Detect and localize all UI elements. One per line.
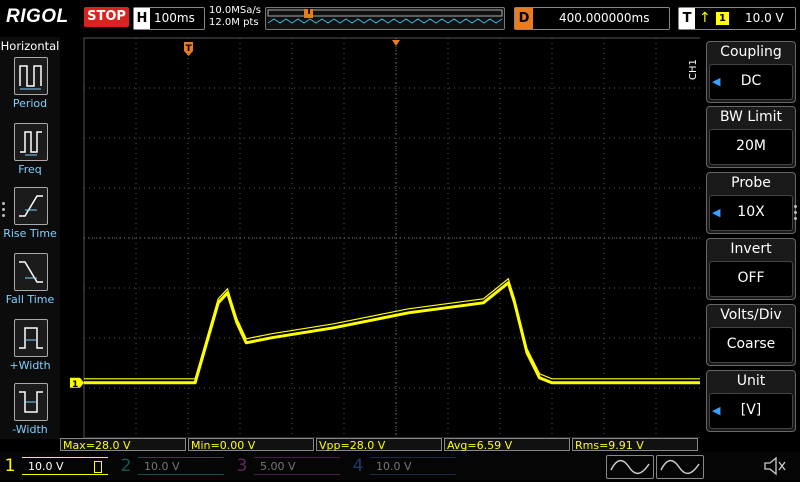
coupling-value-box: ◀ DC bbox=[709, 64, 793, 100]
channel-3-number: 3 bbox=[236, 456, 248, 476]
invert-value-box: OFF bbox=[709, 261, 793, 297]
trigger-indicator[interactable]: T ↑ 1 10.0 V bbox=[678, 7, 796, 30]
channel-4-number: 4 bbox=[352, 456, 364, 476]
sound-muted-icon[interactable] bbox=[762, 456, 788, 476]
delay-value: 400.000000ms bbox=[559, 11, 650, 25]
measure-max[interactable]: Max=28.0 V bbox=[60, 438, 186, 452]
top-status-bar: RIGOL STOP H 100ms 10.0MSa/s 12.0M pts T… bbox=[0, 0, 800, 36]
frequency-label: Freq bbox=[18, 163, 42, 176]
channel-2-scale: 10.0 V bbox=[138, 457, 224, 475]
softkey-page-dots bbox=[794, 202, 798, 223]
channel-3-scale: 5.00 V bbox=[254, 457, 340, 475]
bw-limit-value-box: 20M bbox=[709, 129, 793, 165]
coupling-title: Coupling bbox=[720, 44, 782, 60]
fall-time-label: Fall Time bbox=[5, 293, 55, 306]
negative-width-label: -Width bbox=[12, 423, 48, 436]
bw-limit-title: BW Limit bbox=[719, 109, 783, 125]
graticule: 1TT bbox=[70, 37, 722, 439]
volts-div-value-box: Coarse bbox=[709, 327, 793, 363]
period-icon bbox=[14, 57, 48, 95]
volts-div-softkey[interactable]: Volts/Div Coarse bbox=[706, 304, 796, 366]
channel-1-scale: 10.0 V bbox=[22, 457, 108, 475]
period-label: Period bbox=[12, 97, 48, 110]
positive-width-icon bbox=[14, 319, 48, 357]
channel-1-scale-text: 10.0 V bbox=[28, 460, 64, 473]
ref-waveform-button[interactable] bbox=[606, 455, 654, 479]
probe-value-box: ◀ 10X bbox=[709, 195, 793, 231]
invert-softkey[interactable]: Invert OFF bbox=[706, 238, 796, 300]
unit-softkey[interactable]: Unit ◀ [V] bbox=[706, 370, 796, 432]
channel-4-scale: 10.0 V bbox=[370, 457, 456, 475]
measure-vpp[interactable]: Vpp=28.0 V bbox=[316, 438, 442, 452]
math-waveform-button[interactable] bbox=[656, 455, 704, 479]
channel-2-status[interactable]: 2 10.0 V bbox=[118, 455, 228, 477]
probe-title: Probe bbox=[731, 175, 771, 191]
trigger-level: 10.0 V bbox=[745, 11, 784, 25]
trigger-label: T bbox=[679, 8, 695, 29]
delay-label: D bbox=[515, 8, 533, 29]
menu-page-dots bbox=[2, 199, 6, 220]
measure-min[interactable]: Min=0.00 V bbox=[188, 438, 314, 452]
timebase-label: H bbox=[134, 8, 150, 29]
rise-time-label: Rise Time bbox=[3, 227, 57, 240]
horizontal-measure-menu: Horizontal Period Freq Rise Time Fall Ti… bbox=[0, 37, 60, 439]
negative-width-icon bbox=[14, 383, 48, 421]
channel-1-status[interactable]: 1 10.0 V bbox=[2, 455, 112, 477]
coupling-softkey[interactable]: Coupling ◀ DC bbox=[706, 41, 796, 103]
measure-frequency-button[interactable]: Freq bbox=[0, 123, 60, 183]
volts-div-title: Volts/Div bbox=[720, 307, 782, 323]
probe-softkey[interactable]: Probe ◀ 10X bbox=[706, 172, 796, 234]
overview-trigger-letter: T bbox=[306, 7, 313, 17]
unit-title: Unit bbox=[736, 373, 766, 389]
channel-1-number: 1 bbox=[4, 456, 16, 476]
volts-div-value: Coarse bbox=[726, 336, 776, 352]
timebase-indicator[interactable]: H 100ms bbox=[133, 7, 205, 30]
memory-depth: 12.0M pts bbox=[209, 17, 259, 28]
sine-wave-icon bbox=[660, 459, 700, 475]
measure-positive-width-button[interactable]: +Width bbox=[0, 319, 60, 379]
channel-4-status[interactable]: 4 10.0 V bbox=[350, 455, 460, 477]
rise-time-icon bbox=[14, 187, 48, 225]
trigger-position-letter: T bbox=[186, 44, 193, 54]
bw-limit-value: 20M bbox=[736, 138, 766, 154]
measurement-bar: Max=28.0 V Min=0.00 V Vpp=28.0 V Avg=6.5… bbox=[60, 438, 700, 452]
waveform-overview[interactable]: T bbox=[265, 7, 505, 30]
trigger-source: 1 bbox=[716, 12, 729, 25]
measure-rise-time-button[interactable]: Rise Time bbox=[0, 187, 60, 247]
timebase-value: 100ms bbox=[154, 11, 195, 25]
channel-3-status[interactable]: 3 5.00 V bbox=[234, 455, 344, 477]
invert-value: OFF bbox=[737, 270, 765, 286]
measure-period-button[interactable]: Period bbox=[0, 57, 60, 117]
measure-fall-time-button[interactable]: Fall Time bbox=[0, 253, 60, 313]
invert-title: Invert bbox=[730, 241, 772, 257]
coupling-value: DC bbox=[740, 73, 762, 89]
delay-indicator[interactable]: D 400.000000ms bbox=[514, 7, 670, 30]
unit-value-box: ◀ [V] bbox=[709, 393, 793, 429]
overview-wave bbox=[267, 18, 503, 24]
frequency-icon bbox=[14, 123, 48, 161]
overview-window bbox=[267, 9, 503, 17]
sine-wave-icon bbox=[610, 459, 650, 475]
waveform-display[interactable]: 1TT bbox=[60, 37, 722, 439]
unit-value: [V] bbox=[740, 402, 762, 418]
probe-value: 10X bbox=[737, 204, 765, 220]
brand-logo: RIGOL bbox=[6, 6, 69, 27]
measure-negative-width-button[interactable]: -Width bbox=[0, 383, 60, 443]
overview-graphic bbox=[267, 9, 503, 24]
menu-title: Horizontal bbox=[0, 39, 60, 53]
run-stop-button[interactable]: STOP bbox=[84, 7, 129, 27]
ch1-ground-marker-label: 1 bbox=[72, 380, 78, 390]
sample-rate: 10.0MSa/s bbox=[209, 5, 261, 16]
bw-limit-softkey[interactable]: BW Limit 20M bbox=[706, 106, 796, 168]
measure-avg[interactable]: Avg=6.59 V bbox=[444, 438, 570, 452]
rising-edge-icon: ↑ bbox=[699, 10, 711, 26]
channel-2-number: 2 bbox=[120, 456, 132, 476]
channel-status-bar: 1 10.0 V 2 10.0 V 3 5.00 V 4 10.0 V bbox=[0, 452, 800, 480]
measure-rms[interactable]: Rms=9.91 V bbox=[572, 438, 698, 452]
positive-width-label: +Width bbox=[9, 359, 51, 372]
fall-time-icon bbox=[14, 253, 48, 291]
bandwidth-limit-icon bbox=[94, 461, 102, 473]
channel-menu-tag: CH1 bbox=[688, 59, 699, 80]
